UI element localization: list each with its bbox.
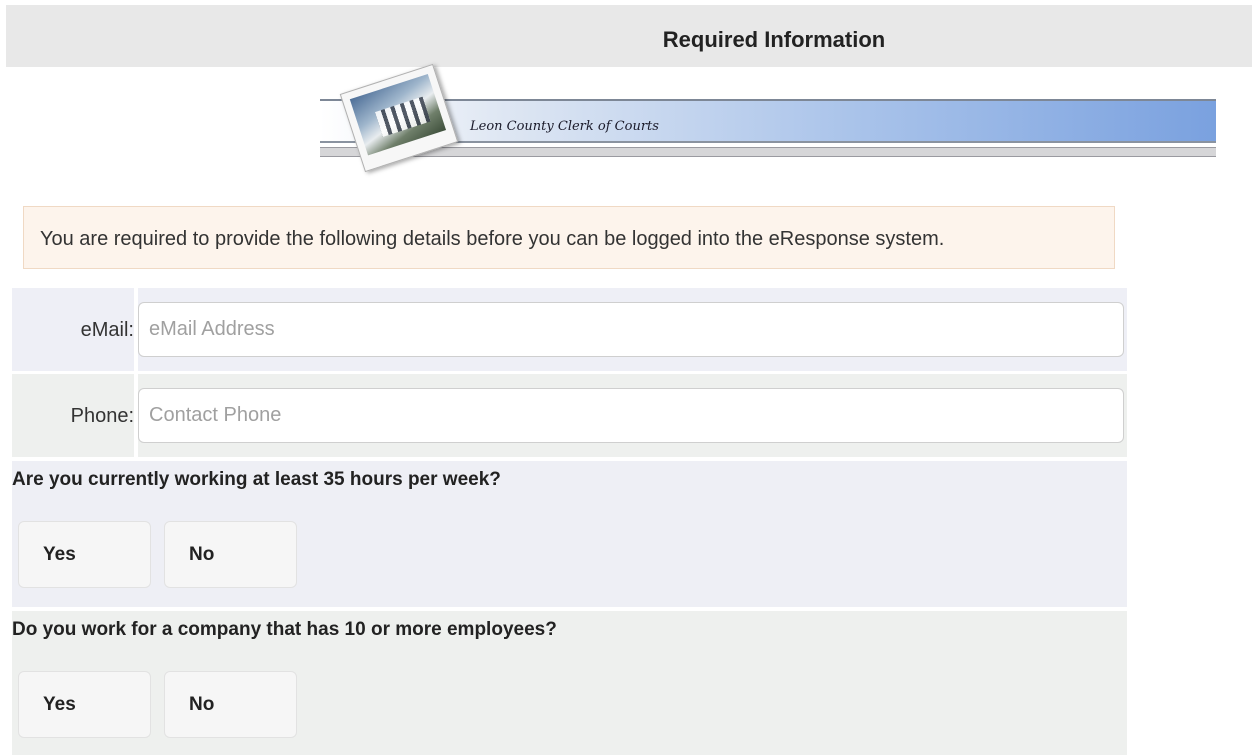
- employees-yes-button[interactable]: Yes: [18, 671, 151, 738]
- question-employees: Do you work for a company that has 10 or…: [12, 611, 1127, 755]
- employees-no-button[interactable]: No: [164, 671, 297, 738]
- banner-caption: Leon County Clerk of Courts: [470, 119, 659, 134]
- question-hours-text: Are you currently working at least 35 ho…: [12, 469, 501, 490]
- email-label: eMail:: [80, 319, 134, 341]
- hours-yes-button[interactable]: Yes: [18, 521, 151, 588]
- email-field[interactable]: [138, 302, 1124, 357]
- courthouse-photo-image: [349, 73, 447, 156]
- page-header: Required Information: [6, 5, 1252, 67]
- question-hours: Are you currently working at least 35 ho…: [12, 461, 1127, 607]
- required-notice: You are required to provide the followin…: [23, 206, 1115, 269]
- clerk-banner: Leon County Clerk of Courts: [320, 63, 1216, 173]
- phone-field[interactable]: [138, 388, 1124, 443]
- hours-no-button[interactable]: No: [164, 521, 297, 588]
- email-row: eMail:: [12, 288, 1127, 371]
- page-title: Required Information: [662, 27, 886, 52]
- phone-row: Phone:: [12, 374, 1127, 457]
- banner-bar-lower: [320, 147, 1216, 157]
- question-employees-text: Do you work for a company that has 10 or…: [12, 619, 557, 640]
- phone-label: Phone:: [70, 405, 134, 427]
